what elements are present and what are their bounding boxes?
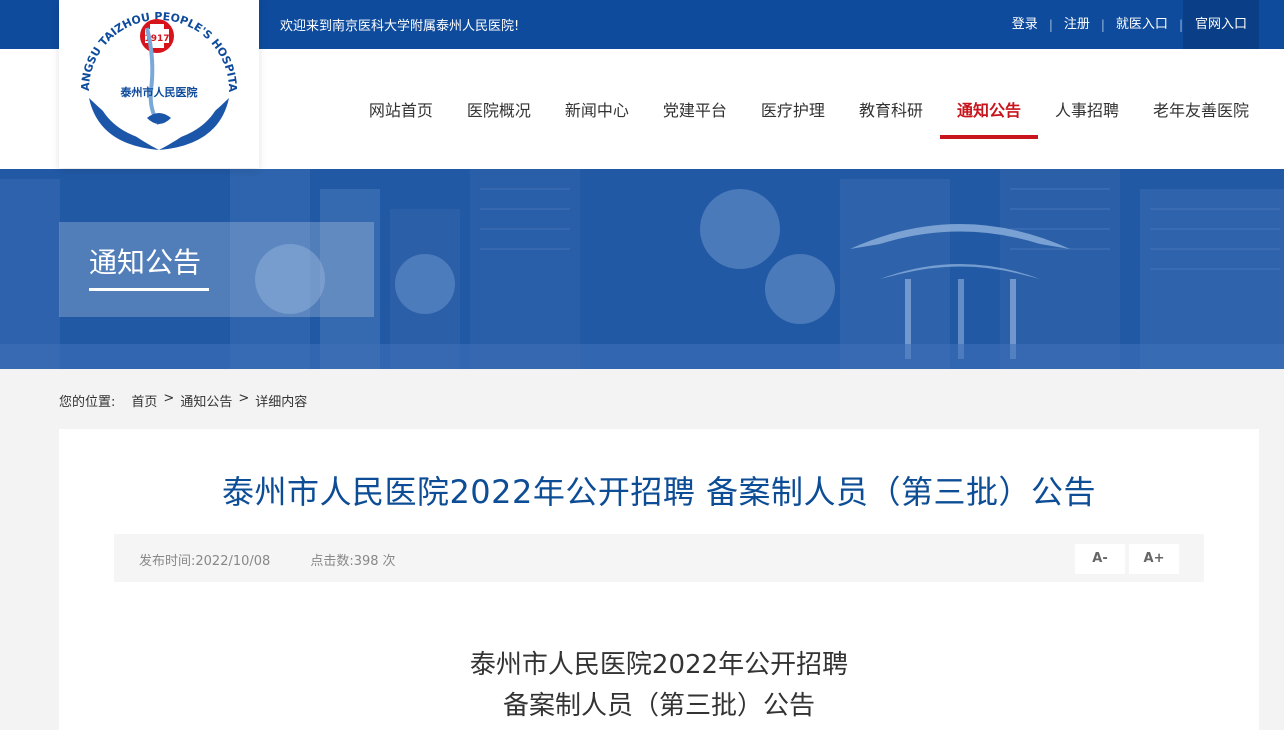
breadcrumb: 您的位置: 首页 > 通知公告 > 详细内容	[59, 391, 307, 410]
publish-date-field: 发布时间:2022/10/08	[139, 554, 290, 569]
click-count: 398	[353, 554, 379, 569]
breadcrumb-separator: >	[238, 391, 250, 406]
patient-entry-link[interactable]: 就医入口	[1105, 0, 1179, 49]
font-decrease-button[interactable]: A-	[1075, 544, 1125, 574]
banner-title: 通知公告	[89, 246, 202, 279]
article-meta-info: 发布时间:2022/10/08 点击数:398 次	[139, 550, 436, 569]
official-entry-link[interactable]: 官网入口	[1182, 0, 1259, 49]
publish-date-label: 发布时间:	[139, 554, 196, 569]
click-count-field: 点击数:398 次	[310, 554, 415, 569]
nav-item-news[interactable]: 新闻中心	[548, 49, 646, 169]
nav-item-notices[interactable]: 通知公告	[939, 49, 1038, 169]
breadcrumb-notices[interactable]: 通知公告	[180, 391, 232, 410]
body-title-line-1: 泰州市人民医院2022年公开招聘	[469, 650, 849, 680]
nav-item-medical[interactable]: 医疗护理	[744, 49, 842, 169]
breadcrumb-home[interactable]: 首页	[131, 391, 157, 410]
register-link[interactable]: 注册	[1053, 0, 1101, 49]
body-title-line-2: 备案制人员（第三批）公告	[502, 691, 815, 721]
breadcrumb-current: 详细内容	[255, 395, 308, 410]
click-count-unit: 次	[382, 554, 396, 569]
breadcrumb-label: 您的位置:	[59, 395, 116, 410]
main-nav: 网站首页 医院概况 新闻中心 党建平台 医疗护理 教育科研 通知公告 人事招聘 …	[352, 49, 1266, 169]
nav-item-party[interactable]: 党建平台	[646, 49, 744, 169]
article-title: 泰州市人民医院2022年公开招聘 备案制人员（第三批）公告	[221, 473, 1097, 511]
logo-name: 泰州市人民医院	[120, 85, 198, 99]
article-meta-bar: 发布时间:2022/10/08 点击数:398 次 A- A+	[114, 534, 1204, 582]
font-increase-button[interactable]: A+	[1129, 544, 1179, 574]
nav-item-home[interactable]: 网站首页	[352, 49, 450, 169]
page-banner: 通知公告	[0, 169, 1284, 369]
click-count-label: 点击数:	[310, 554, 354, 569]
login-link[interactable]: 登录	[1001, 0, 1049, 49]
banner-title-box: 通知公告	[59, 222, 374, 317]
welcome-text: 欢迎来到南京医科大学附属泰州人民医院!	[280, 19, 520, 34]
breadcrumb-separator: >	[163, 391, 175, 406]
article-card: 泰州市人民医院2022年公开招聘 备案制人员（第三批）公告 发布时间:2022/…	[59, 429, 1259, 730]
nav-item-elderly-friendly[interactable]: 老年友善医院	[1136, 49, 1266, 169]
banner-title-underline	[89, 288, 209, 291]
publish-date: 2022/10/08	[195, 554, 271, 569]
top-links: 登录 | 注册 | 就医入口 | 官网入口	[1001, 0, 1259, 49]
hospital-logo[interactable]: JIANGSU TAIZHOU PEOPLE'S HOSPITAL 1917 泰…	[59, 0, 259, 168]
nav-item-recruitment[interactable]: 人事招聘	[1038, 49, 1136, 169]
nav-item-education[interactable]: 教育科研	[842, 49, 940, 169]
nav-item-overview[interactable]: 医院概况	[450, 49, 548, 169]
